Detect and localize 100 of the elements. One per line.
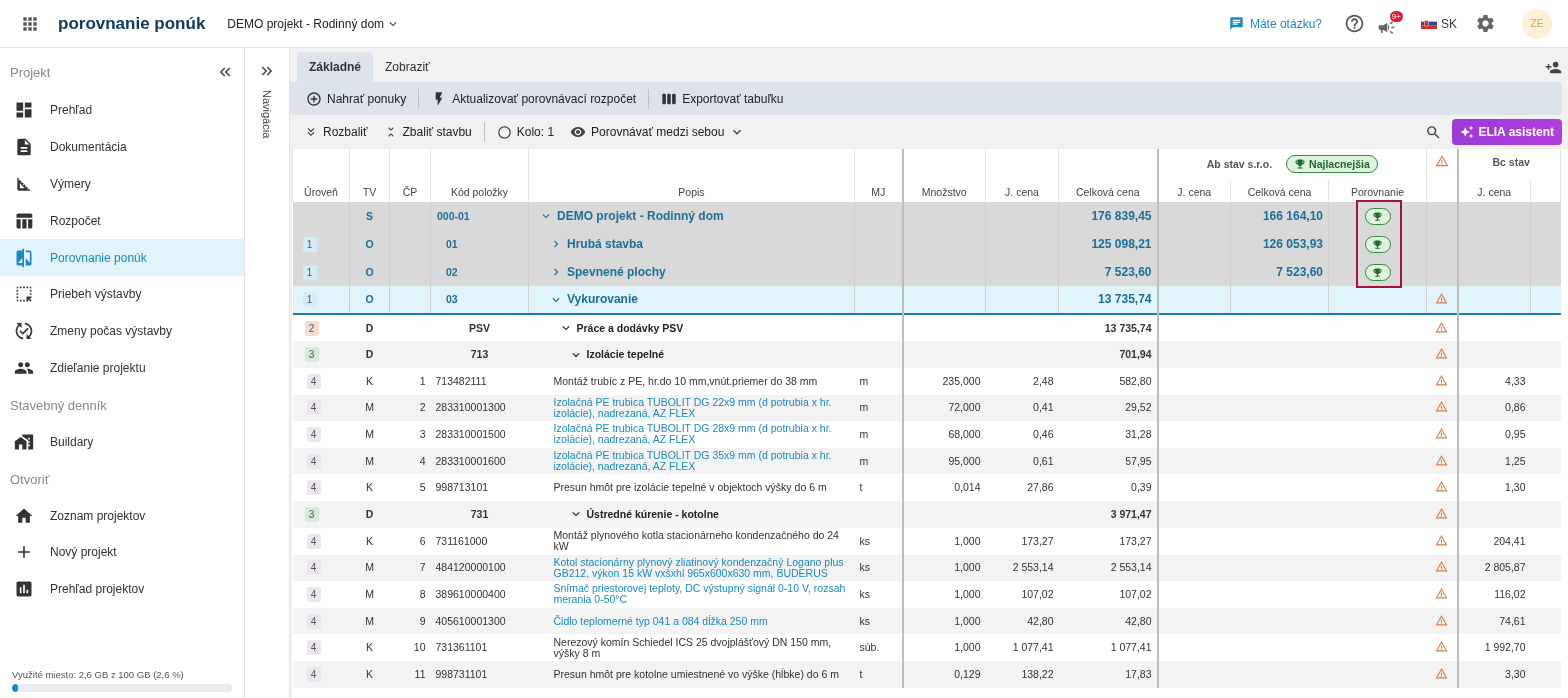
notifications-button[interactable]: 9+ (1377, 10, 1403, 37)
item-description: Montáž trubíc z PE, hr.do 10 mm,vnút.priemer do 38 mm (553, 375, 818, 387)
document-icon (14, 137, 34, 158)
table-cell: PSV (430, 314, 529, 341)
item-description: Čidlo teplomerné typ 041 a 084 dĺžka 250 mm (553, 615, 768, 627)
table-row[interactable]: 4 M 4 283310001600 Izolačná PE trubica TUBOLIT DG 35x9 mm (d potrubia x hr. izolácie), nadrezaná, AZ FLEX m 95,000 0,61 57,95 1,25 (292, 447, 1561, 475)
table-cell: 8 (389, 581, 431, 608)
table-cell: 713482111 (430, 368, 529, 395)
table-row[interactable]: 2 D PSV Práce a dodávky PSV 13 735,74 (292, 314, 1561, 341)
table-cell: 116,02 (1457, 581, 1531, 608)
item-description: Nerezový komín Schiedel ICS 25 dvojplášťový DN 150 mm, výšky 8 m (553, 636, 833, 659)
sidebar-item[interactable]: Zmeny počas výstavby (0, 312, 244, 350)
table-cell: 1 992,70 (1457, 634, 1531, 661)
item-description: Spevnené plochy (567, 266, 666, 278)
sidebar-item[interactable]: Zoznam projektov (0, 497, 244, 534)
toolbar-button[interactable]: Aktualizovať porovnávací rozpočet (423, 86, 645, 111)
table-cell: 0,46 (985, 421, 1059, 448)
table-cell: K (349, 634, 390, 661)
chart-icon (14, 579, 34, 600)
table-row[interactable]: 4 M 8 389610000400 Snímač priestorovej teploty, DC výstupný signál 0-10 V, rozsah merania 0-50°C ks 1,000 107,02 107,02 116,02 (292, 581, 1561, 608)
table-row[interactable]: 4 K 10 731361101 Nerezový komín Schiedel ICS 25 dvojplášťový DN 150 mm, výšky 8 m súb. 1,000 1 077,41 1 077,41 1 992,70 (292, 634, 1561, 661)
table-row[interactable]: 1 O 02 Spevnené plochy 7 523,60 7 523,60 (292, 258, 1561, 286)
table-cell: M (349, 394, 390, 422)
tab[interactable]: Základné (297, 52, 374, 82)
level-badge: 4 (306, 453, 321, 469)
table-cell: 9 (389, 607, 431, 635)
table-cell: 0,014 (902, 474, 986, 501)
table-row[interactable]: 4 M 2 283310001300 Izolačná PE trubica TUBOLIT DG 22x9 mm (d potrubia x hr. izolácie), nadrezaná, AZ FLEX m 72,000 0,41 29,52 0,86 (292, 394, 1561, 422)
toolbar-button[interactable]: Exportovať tabuľku (653, 86, 792, 111)
table-row[interactable]: 3 D 731 Ústredné kúrenie - kotolne 3 971,47 (292, 500, 1561, 528)
level-badge: 4 (306, 533, 321, 549)
table-row[interactable]: 3 D 713 Izolácie tepelné 701,94 (292, 341, 1561, 368)
help-button[interactable] (1344, 13, 1365, 34)
level-badge: 3 (304, 506, 319, 522)
sidebar-item[interactable]: Výmery (0, 165, 244, 203)
table-row[interactable]: 1 O 03 Vykurovanie 13 735,74 (292, 286, 1561, 314)
sidebar-item[interactable]: Zdieľanie projektu (0, 349, 244, 387)
table-row[interactable]: 4 M 9 405610001300 Čidlo teplomerné typ 041 a 084 dĺžka 250 mm ks 1,000 42,80 42,80 74,61 (292, 607, 1561, 635)
table-cell: 0,129 (902, 660, 986, 688)
table-row[interactable]: 4 K 5 998713101 Presun hmôt pre izolácie tepelné v objektoch výšky do 6 m t 0,014 27,86 0,39 1,30 (292, 474, 1561, 501)
table-cell: 283310001600 (430, 447, 529, 475)
assistant-button[interactable]: ELIA asistent (1452, 119, 1562, 145)
table-cell: K (349, 474, 390, 501)
tab[interactable]: Zobraziť (373, 52, 442, 82)
item-description: Vykurovanie (567, 294, 638, 305)
notification-count: 9+ (1389, 10, 1403, 22)
toolbar-button[interactable]: Nahrať ponuky (298, 86, 415, 111)
table-cell: 2 (389, 394, 431, 422)
table-cell: 998731101 (430, 660, 529, 688)
help-icon (1344, 13, 1365, 34)
level-badge: 4 (306, 400, 321, 416)
section-title: Stavebný denník (9, 397, 108, 416)
table-cell: 1,000 (902, 527, 986, 555)
collapse-button[interactable]: Zbaliť stavbu (375, 121, 480, 143)
table-cell: 72,000 (902, 394, 986, 422)
table-cell: 484120000100 (430, 554, 529, 582)
item-description: Ústredné kúrenie - kotolne (586, 508, 719, 520)
round-button[interactable]: Kolo: 1 (488, 120, 563, 144)
table-row[interactable]: 4 K 1 713482111 Montáž trubíc z PE, hr.do 10 mm,vnút.priemer do 38 mm m 235,000 2,48 582,80 4,33 (292, 368, 1561, 395)
settings-icon (1475, 13, 1496, 34)
help-link[interactable]: Máte otázku? (1228, 16, 1322, 31)
table-cell: 7 (389, 554, 431, 582)
item-description: Izolácie tepelné (586, 349, 665, 360)
table-cell: 3,30 (1457, 660, 1531, 688)
table-row[interactable]: 4 M 3 283310001500 Izolačná PE trubica TUBOLIT DG 28x9 mm (d potrubia x hr. izolácie), nadrezaná, AZ FLEX m 68,000 0,46 31,28 0,95 (292, 421, 1561, 448)
item-description: Snímač priestorovej teploty, DC výstupný signál 0-10 V, rozsah merania 0-50°C (553, 583, 847, 606)
table-row[interactable]: 4 K 6 731161000 Montáž plynového kotla stacionárneho kondenzačného do 24 kW ks 1,000 173,27 173,27 204,41 (292, 527, 1561, 555)
table-cell: 2,48 (985, 368, 1059, 395)
table-cell: M (349, 447, 390, 475)
project-dropdown[interactable]: DEMO projekt - Rodinný dom (225, 14, 403, 33)
item-description: Montáž plynového kotla stacionárneho kondenzačného do 24 kW (553, 530, 840, 553)
table-cell: 283310001300 (430, 394, 529, 422)
sidebar-item[interactable]: Prehľad (0, 92, 244, 129)
level-badge: 3 (304, 347, 319, 362)
table-cell: 405610001300 (430, 607, 529, 635)
sidebar-item[interactable]: Porovnanie ponúk (0, 239, 244, 276)
item-description: Kotol stacionárny plynový zliatinový kondenzačný Logano plus GB212, výkon 15 kW vxšxhl 965x600x630 mm, BUDERUS (553, 556, 845, 579)
app-title: porovnanie ponúk (58, 13, 206, 34)
expand-button[interactable]: Rozbaliť (296, 121, 376, 143)
sidebar-item[interactable]: Prehľad projektov (0, 570, 244, 608)
level-badge: 1 (302, 292, 317, 307)
table-cell: 3 (389, 421, 431, 448)
trophy-icon (1372, 210, 1383, 222)
table-cell: K (349, 368, 390, 395)
settings-button[interactable] (1475, 13, 1496, 34)
language-selector[interactable]: SK (1415, 15, 1463, 32)
sidebar-item[interactable]: Rozpočet (0, 202, 244, 240)
table-row[interactable]: 1 O 01 Hrubá stavba 125 098,21 126 053,93 (292, 230, 1561, 258)
table-cell: 27,86 (985, 474, 1059, 501)
sidebar-item[interactable]: Priebeh výstavby (0, 276, 244, 313)
storage-text: Využité miesto: 2,6 GB z 100 GB (2,6 %) (12, 669, 185, 680)
sidebar-item[interactable]: Dokumentácia (0, 128, 244, 166)
table-cell: 731361101 (430, 634, 529, 661)
table-row[interactable]: 4 M 7 484120000100 Kotol stacionárny plynový zliatinový kondenzačný Logano plus GB212, výkon 15 kW vxšxhl 965x600x630 mm, BUDERUS ks 1,000 2 553,14 2 553,14 2 805,87 (292, 554, 1561, 582)
sidebar-item[interactable]: Buildary (0, 423, 244, 461)
table-row[interactable]: S 000-01 DEMO projekt - Rodinný dom 176 839,45 166 164,10 (292, 202, 1561, 230)
table-row[interactable]: 4 K 11 998731101 Presun hmôt pre kotolne umiestnené vo výške (hĺbke) do 6 m t 0,129 138,22 17,83 3,30 (292, 660, 1561, 688)
sidebar-item[interactable]: Nový projekt (0, 533, 244, 571)
table-cell: 4 (389, 447, 431, 475)
compare-mode-dropdown[interactable]: Porovnávať medzi sebou (562, 120, 754, 144)
